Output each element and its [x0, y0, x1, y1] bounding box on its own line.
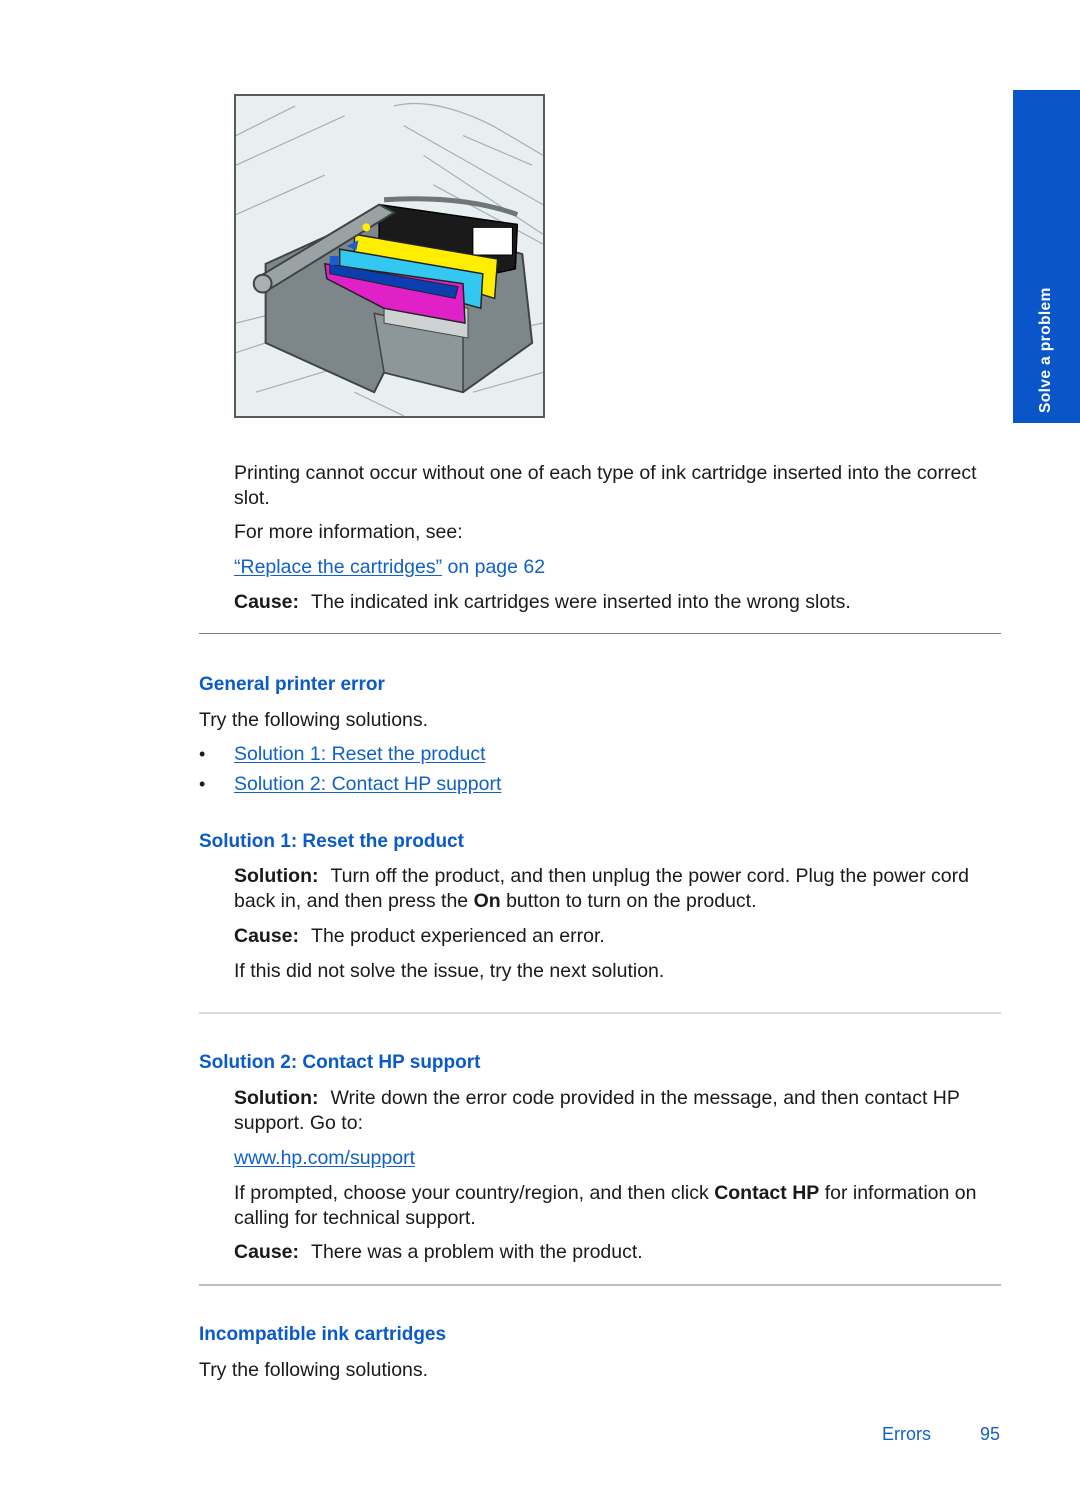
- solution1-heading: Solution 1: Reset the product: [199, 831, 464, 852]
- solution1-body: Solution: Turn off the product, and then …: [234, 864, 1004, 914]
- prompt-text: If prompted, choose your country/region,…: [234, 1182, 715, 1204]
- footer-section-name: Errors: [882, 1424, 931, 1444]
- solution2-heading: Solution 2: Contact HP support: [199, 1052, 481, 1073]
- solution1-next: If this did not solve the issue, try the…: [234, 960, 665, 982]
- incompatible-cartridges-heading: Incompatible ink cartridges: [199, 1324, 447, 1345]
- page-number: 95: [980, 1424, 1001, 1444]
- replace-cartridges-link[interactable]: “Replace the cartridges”: [234, 556, 442, 578]
- solution-label: Solution:: [234, 865, 319, 887]
- section-divider: [199, 633, 1001, 634]
- cause-label: Cause:: [234, 925, 300, 947]
- wrong-slot-cause: Cause: The indicated ink cartridges were …: [234, 590, 1004, 615]
- more-info-text: For more information, see:: [234, 521, 463, 543]
- cause-text: The product experienced an error.: [311, 925, 605, 947]
- support-url-paragraph: www.hp.com/support: [234, 1146, 1004, 1171]
- section-side-tab: Solve a problem: [1013, 90, 1080, 423]
- incompatible-intro: Try the following solutions.: [199, 1359, 429, 1381]
- cause-label: Cause:: [234, 591, 300, 613]
- contact-hp-term: Contact HP: [714, 1182, 820, 1204]
- solution1-link[interactable]: Solution 1: Reset the product: [234, 743, 486, 765]
- solution2-link[interactable]: Solution 2: Contact HP support: [234, 773, 501, 795]
- solution-label: Solution:: [234, 1087, 319, 1109]
- cause-text: There was a problem with the product.: [311, 1241, 643, 1263]
- bullet: •: [199, 744, 206, 764]
- solution2-text: Write down the error code provided in th…: [234, 1087, 960, 1134]
- section-divider: [199, 1012, 1001, 1014]
- side-tab-label: Solve a problem: [1036, 287, 1054, 413]
- solution2-link-item: Solution 2: Contact HP support: [234, 772, 1004, 797]
- cause-label: Cause:: [234, 1241, 300, 1263]
- solution2-prompt: If prompted, choose your country/region,…: [234, 1181, 1004, 1231]
- solution1-text-end: button to turn on the product.: [500, 890, 757, 912]
- bullet: •: [199, 774, 206, 794]
- general-error-intro: Try the following solutions.: [199, 709, 429, 731]
- carriage-drawing: [236, 96, 543, 416]
- solution1-link-item: Solution 1: Reset the product: [234, 742, 1004, 767]
- xref-paragraph: “Replace the cartridges” on page 62: [234, 555, 1004, 580]
- xref-page[interactable]: on page 62: [442, 556, 546, 578]
- wrong-slot-body: Printing cannot occur without one of eac…: [234, 462, 977, 509]
- solution2-cause: Cause: There was a problem with the produ…: [234, 1240, 1004, 1265]
- section-divider: [199, 1284, 1001, 1286]
- on-button-term: On: [473, 890, 501, 912]
- general-printer-error-heading: General printer error: [199, 674, 385, 695]
- solution1-cause: Cause: The product experienced an error.: [234, 924, 1004, 949]
- printer-carriage-illustration: [234, 94, 545, 418]
- hp-support-link[interactable]: www.hp.com/support: [234, 1147, 415, 1169]
- cause-text: The indicated ink cartridges were insert…: [311, 591, 851, 613]
- solution2-body: Solution: Write down the error code provi…: [234, 1086, 1004, 1136]
